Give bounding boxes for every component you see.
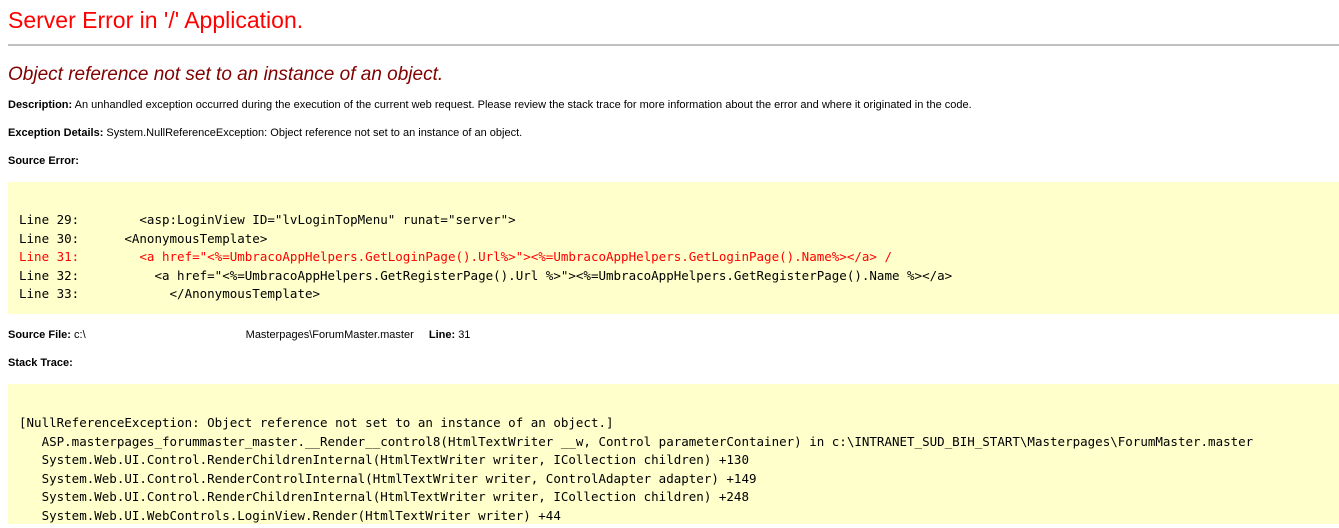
stack-trace-label: Stack Trace: <box>8 357 73 369</box>
stack-line: System.Web.UI.Control.RenderControlInter… <box>19 470 757 486</box>
description-label: Description: <box>8 99 73 111</box>
source-file-path-prefix: c:\ <box>74 329 86 341</box>
source-error-label: Source Error: <box>8 155 79 167</box>
source-file-label: Source File: <box>8 329 71 341</box>
exception-details-label: Exception Details: <box>8 127 104 139</box>
source-line: Line 30: <AnonymousTemplate> <box>19 230 268 246</box>
stack-line: System.Web.UI.Control.RenderChildrenInte… <box>19 489 749 504</box>
source-line: Line 29: <asp:LoginView ID="lvLoginTopMe… <box>19 212 516 227</box>
error-page: Server Error in '/' Application. Object … <box>0 0 1339 524</box>
stack-line: ASP.masterpages_forummaster_master.__Ren… <box>19 433 1254 449</box>
source-file-path: c:\ Masterpages\ForumMaster.master <box>74 329 414 341</box>
description-text: An unhandled exception occurred during t… <box>74 99 972 111</box>
source-line: Line 33: </AnonymousTemplate> <box>19 286 321 301</box>
source-error-section: Source Error: <box>8 140 1339 168</box>
source-line-number: 31 <box>458 329 471 341</box>
stack-line: [NullReferenceException: Object referenc… <box>19 415 614 430</box>
stack-trace-section: Stack Trace: <box>8 342 1339 370</box>
description-section: Description: An unhandled exception occu… <box>8 87 1339 112</box>
source-line-label: Line: <box>428 329 456 341</box>
stack-trace-code: [NullReferenceException: Object referenc… <box>8 384 1339 524</box>
exception-details-text: System.NullReferenceException: Object re… <box>106 127 523 139</box>
stack-line: System.Web.UI.Control.RenderChildrenInte… <box>19 452 749 467</box>
stack-line: System.Web.UI.WebControls.LoginView.Rend… <box>19 507 561 523</box>
exception-details-section: Exception Details: System.NullReferenceE… <box>8 112 1339 140</box>
source-error-code: Line 29: <asp:LoginView ID="lvLoginTopMe… <box>8 182 1339 314</box>
source-line-error: Line 31: <a href="<%=UmbracoAppHelpers.G… <box>19 249 892 264</box>
error-message: Object reference not set to an instance … <box>8 64 444 85</box>
source-file-path-suffix: Masterpages\ForumMaster.master <box>245 329 414 341</box>
source-line: Line 32: <a href="<%=UmbracoAppHelpers.G… <box>19 267 953 283</box>
source-file-section: Source File: c:\ Masterpages\ForumMaster.… <box>8 314 1339 342</box>
page-title: Server Error in '/' Application. <box>8 7 304 33</box>
